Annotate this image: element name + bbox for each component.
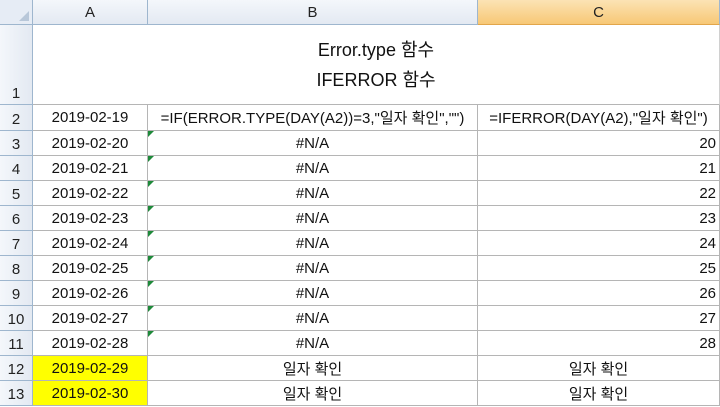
cell-a[interactable]: 2019-02-25 — [33, 256, 148, 281]
cell-a-highlighted[interactable]: 2019-02-30 — [33, 381, 148, 406]
cell-b[interactable]: #N/A — [148, 331, 478, 356]
cell-c[interactable]: 28 — [478, 331, 720, 356]
cell-b-value: #N/A — [295, 134, 330, 152]
row-header[interactable]: 10 — [0, 306, 33, 331]
cell-c[interactable]: 일자 확인 — [478, 381, 720, 406]
table-row: 6 2019-02-23 #N/A 23 — [0, 206, 720, 231]
table-row: 7 2019-02-24 #N/A 24 — [0, 231, 720, 256]
table-row: 8 2019-02-25 #N/A 25 — [0, 256, 720, 281]
table-row: 11 2019-02-28 #N/A 28 — [0, 331, 720, 356]
cell-a[interactable]: 2019-02-26 — [33, 281, 148, 306]
error-indicator-icon — [148, 206, 154, 212]
column-header-c[interactable]: C — [478, 0, 720, 25]
cell-b-value: #N/A — [295, 184, 330, 202]
cell-b[interactable]: #N/A — [148, 156, 478, 181]
row-header[interactable]: 1 — [0, 25, 33, 105]
cell-b[interactable]: #N/A — [148, 181, 478, 206]
cell-b-value: #N/A — [295, 259, 330, 277]
cell-a[interactable]: 2019-02-24 — [33, 231, 148, 256]
cell-c[interactable]: =IFERROR(DAY(A2),"일자 확인") — [478, 105, 720, 131]
row-header[interactable]: 6 — [0, 206, 33, 231]
cell-b[interactable]: #N/A — [148, 281, 478, 306]
cell-b[interactable]: #N/A — [148, 206, 478, 231]
cell-b[interactable]: 일자 확인 — [148, 356, 478, 381]
cell-b-value: #N/A — [295, 309, 330, 327]
table-row: 4 2019-02-21 #N/A 21 — [0, 156, 720, 181]
column-header-row: A B C — [0, 0, 720, 25]
error-indicator-icon — [148, 331, 154, 337]
error-indicator-icon — [148, 231, 154, 237]
row-header[interactable]: 5 — [0, 181, 33, 206]
cell-c[interactable]: 26 — [478, 281, 720, 306]
error-indicator-icon — [148, 306, 154, 312]
cell-b[interactable]: 일자 확인 — [148, 381, 478, 406]
select-all-triangle-icon — [19, 11, 29, 21]
title-line-2: IFERROR 함수 — [316, 69, 436, 90]
cell-b[interactable]: #N/A — [148, 306, 478, 331]
error-indicator-icon — [148, 131, 154, 137]
cell-b[interactable]: =IF(ERROR.TYPE(DAY(A2))=3,"일자 확인","") — [148, 105, 478, 131]
table-row: 1 Error.type 함수 IFERROR 함수 — [0, 25, 720, 105]
column-header-b[interactable]: B — [148, 0, 478, 25]
table-row: 5 2019-02-22 #N/A 22 — [0, 181, 720, 206]
error-indicator-icon — [148, 256, 154, 262]
cell-c[interactable]: 27 — [478, 306, 720, 331]
cell-a[interactable]: 2019-02-19 — [33, 105, 148, 131]
row-header[interactable]: 7 — [0, 231, 33, 256]
table-row: 13 2019-02-30 일자 확인 일자 확인 — [0, 381, 720, 406]
cell-a[interactable]: 2019-02-22 — [33, 181, 148, 206]
row-header[interactable]: 11 — [0, 331, 33, 356]
cell-a[interactable]: 2019-02-21 — [33, 156, 148, 181]
cell-b[interactable]: #N/A — [148, 231, 478, 256]
cell-a-highlighted[interactable]: 2019-02-29 — [33, 356, 148, 381]
cell-b[interactable]: #N/A — [148, 131, 478, 156]
select-all-corner[interactable] — [0, 0, 33, 25]
error-indicator-icon — [148, 156, 154, 162]
row-header[interactable]: 8 — [0, 256, 33, 281]
cell-b-value: #N/A — [295, 284, 330, 302]
error-indicator-icon — [148, 181, 154, 187]
cell-b-value: #N/A — [295, 334, 330, 352]
row-header[interactable]: 9 — [0, 281, 33, 306]
cell-b[interactable]: #N/A — [148, 256, 478, 281]
error-indicator-icon — [148, 281, 154, 287]
row-header[interactable]: 12 — [0, 356, 33, 381]
cell-c[interactable]: 22 — [478, 181, 720, 206]
table-row: 12 2019-02-29 일자 확인 일자 확인 — [0, 356, 720, 381]
cell-c[interactable]: 23 — [478, 206, 720, 231]
cell-c[interactable]: 20 — [478, 131, 720, 156]
cell-a[interactable]: 2019-02-28 — [33, 331, 148, 356]
merged-title-cell[interactable]: Error.type 함수 IFERROR 함수 — [33, 25, 720, 105]
cell-b-value: #N/A — [295, 159, 330, 177]
cell-a[interactable]: 2019-02-27 — [33, 306, 148, 331]
cell-c[interactable]: 24 — [478, 231, 720, 256]
table-row: 3 2019-02-20 #N/A 20 — [0, 131, 720, 156]
row-header[interactable]: 13 — [0, 381, 33, 406]
row-header[interactable]: 4 — [0, 156, 33, 181]
spreadsheet: A B C 1 Error.type 함수 IFERROR 함수 2 2019-… — [0, 0, 720, 407]
cell-c[interactable]: 일자 확인 — [478, 356, 720, 381]
cell-a[interactable]: 2019-02-23 — [33, 206, 148, 231]
cell-b-value: #N/A — [295, 234, 330, 252]
row-header[interactable]: 3 — [0, 131, 33, 156]
cell-a[interactable]: 2019-02-20 — [33, 131, 148, 156]
row-header[interactable]: 2 — [0, 105, 33, 131]
cell-b-value: #N/A — [295, 209, 330, 227]
table-row: 9 2019-02-26 #N/A 26 — [0, 281, 720, 306]
table-row: 2 2019-02-19 =IF(ERROR.TYPE(DAY(A2))=3,"… — [0, 105, 720, 131]
title-line-1: Error.type 함수 — [317, 39, 435, 60]
grid: 1 Error.type 함수 IFERROR 함수 2 2019-02-19 … — [0, 25, 720, 406]
column-header-a[interactable]: A — [33, 0, 148, 25]
table-row: 10 2019-02-27 #N/A 27 — [0, 306, 720, 331]
cell-c[interactable]: 21 — [478, 156, 720, 181]
cell-c[interactable]: 25 — [478, 256, 720, 281]
